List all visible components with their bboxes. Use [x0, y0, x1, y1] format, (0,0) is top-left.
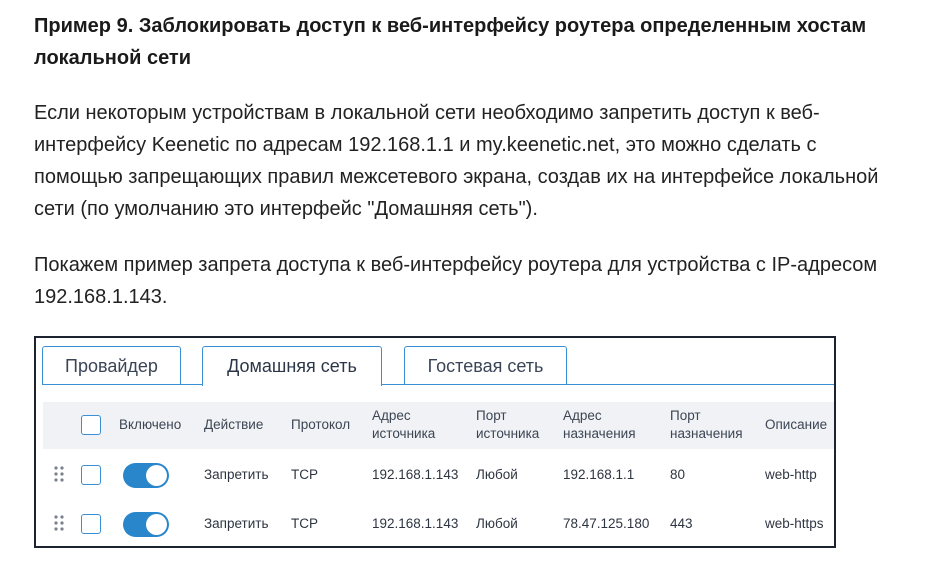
cell-destination-address: 78.47.125.180 [563, 516, 650, 531]
cell-destination-port: 443 [670, 516, 693, 531]
header-source-port: Порт источника [476, 407, 539, 443]
header-source-port-line1: Порт [476, 408, 507, 423]
drag-handle-icon[interactable] [53, 514, 65, 532]
table-row[interactable]: Запретить TCP 192.168.1.143 Любой 78.47.… [43, 500, 834, 546]
rule-enabled-toggle[interactable] [123, 463, 169, 488]
toggle-knob [146, 514, 167, 535]
example-heading: Пример 9. Заблокировать доступ к веб-инт… [34, 15, 867, 69]
cell-source-port: Любой [476, 516, 518, 531]
header-source-address-line2: источника [372, 426, 436, 441]
header-description: Описание [765, 417, 828, 432]
toggle-knob [146, 465, 167, 486]
cell-destination-port: 80 [670, 467, 686, 482]
firewall-rules-panel: Провайдер Домашняя сеть Гостевая сеть Вк… [34, 336, 836, 548]
tab-provider[interactable]: Провайдер [42, 346, 181, 384]
tab-guest-network[interactable]: Гостевая сеть [404, 346, 567, 384]
cell-source-address: 192.168.1.143 [372, 467, 459, 482]
cell-description: web-https [765, 516, 824, 531]
drag-handle-icon[interactable] [53, 465, 65, 483]
row-checkbox[interactable] [81, 514, 101, 534]
table-header: Включено Действие Протокол Адрес источни… [43, 402, 834, 449]
header-destination-port: Порт назначения [670, 407, 743, 443]
example-paragraph: Покажем пример запрета доступа к веб-инт… [34, 254, 878, 308]
rule-enabled-toggle[interactable] [123, 512, 169, 537]
cell-protocol: TCP [291, 516, 318, 531]
header-enabled: Включено [119, 417, 182, 432]
cell-source-port: Любой [476, 467, 518, 482]
interface-tabs: Провайдер Домашняя сеть Гостевая сеть [36, 338, 834, 386]
header-destination-address-line2: назначения [563, 426, 636, 441]
header-destination-address: Адрес назначения [563, 407, 636, 443]
cell-destination-address: 192.168.1.1 [563, 467, 635, 482]
select-all-checkbox[interactable] [81, 415, 101, 435]
header-action: Действие [204, 417, 264, 432]
cell-protocol: TCP [291, 467, 318, 482]
intro-paragraph: Если некоторым устройствам в локальной с… [34, 102, 879, 220]
cell-action: Запретить [204, 516, 269, 531]
header-destination-port-line2: назначения [670, 426, 743, 441]
tab-home-network[interactable]: Домашняя сеть [202, 346, 382, 386]
cell-source-address: 192.168.1.143 [372, 516, 459, 531]
header-destination-port-line1: Порт [670, 408, 701, 423]
cell-description: web-http [765, 467, 817, 482]
table-row[interactable]: Запретить TCP 192.168.1.143 Любой 192.16… [43, 451, 834, 498]
cell-action: Запретить [204, 467, 269, 482]
header-source-address: Адрес источника [372, 407, 435, 443]
row-checkbox[interactable] [81, 465, 101, 485]
header-protocol: Протокол [291, 417, 351, 432]
header-source-port-line2: источника [476, 426, 540, 441]
header-destination-address-line1: Адрес [563, 408, 602, 423]
header-source-address-line1: Адрес [372, 408, 411, 423]
